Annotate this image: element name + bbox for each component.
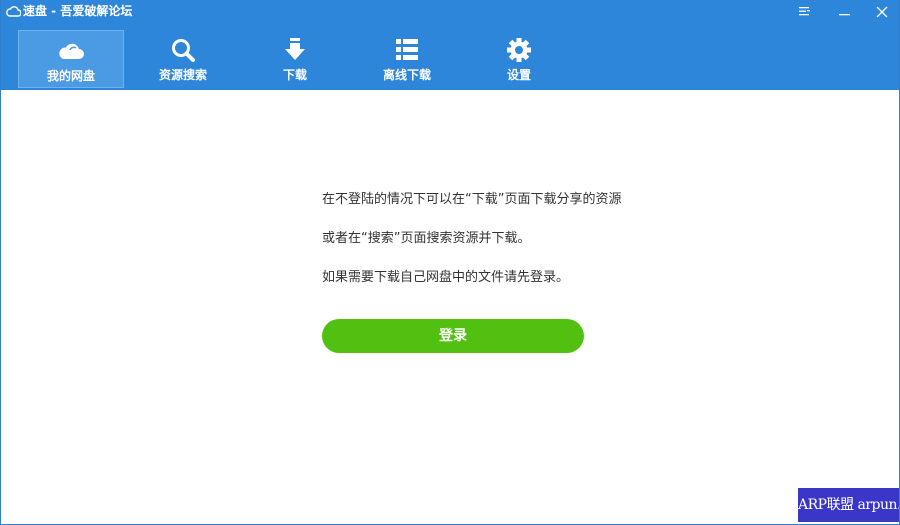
tab-label: 我的网盘 — [46, 69, 95, 83]
main-nav: 我的网盘 资源搜索 下载 离线下载 设置 — [1, 30, 899, 88]
main-content: 在不登陆的情况下可以在“下载”页面下载分享的资源 或者在“搜索”页面搜索资源并下… — [1, 90, 899, 524]
cloud-icon — [59, 43, 84, 59]
header: 速盘 - 吾爱破解论坛 我的网盘 资源搜索 下载 离线下载 设置 — [1, 0, 899, 90]
app-window: 速盘 - 吾爱破解论坛 我的网盘 资源搜索 下载 离线下载 设置 在不登陆的情况… — [0, 0, 900, 525]
watermark-logo: ARP联盟 arpun.com — [798, 488, 899, 522]
minimize-icon — [839, 14, 850, 16]
info-text-line-3: 如果需要下载自己网盘中的文件请先登录。 — [322, 270, 570, 285]
list-icon — [396, 39, 418, 60]
tab-label: 设置 — [506, 68, 531, 82]
cloud-logo-icon — [6, 6, 21, 17]
window-title: 速盘 - 吾爱破解论坛 — [23, 4, 133, 18]
close-button[interactable] — [864, 0, 899, 24]
minimize-button[interactable] — [827, 0, 863, 24]
tab-offline-download[interactable]: 离线下载 — [354, 30, 460, 88]
tab-my-cloud-disk[interactable]: 我的网盘 — [18, 30, 124, 88]
tab-resource-search[interactable]: 资源搜索 — [130, 30, 236, 88]
download-icon — [285, 38, 305, 60]
tab-label: 离线下载 — [382, 68, 431, 82]
info-text-line-2: 或者在“搜索”页面搜索资源并下载。 — [322, 231, 531, 246]
menu-button[interactable] — [787, 0, 823, 24]
login-button[interactable]: 登录 — [322, 319, 584, 353]
gear-icon — [507, 38, 531, 62]
tab-settings[interactable]: 设置 — [466, 30, 572, 88]
title-bar[interactable]: 速盘 - 吾爱破解论坛 — [1, 0, 899, 24]
info-text-line-1: 在不登陆的情况下可以在“下载”页面下载分享的资源 — [322, 192, 622, 207]
tab-label: 资源搜索 — [158, 68, 207, 82]
tab-label: 下载 — [282, 68, 307, 82]
search-icon — [172, 39, 195, 62]
menu-icon — [799, 7, 810, 16]
close-icon — [876, 6, 888, 18]
tab-download[interactable]: 下载 — [242, 30, 348, 88]
